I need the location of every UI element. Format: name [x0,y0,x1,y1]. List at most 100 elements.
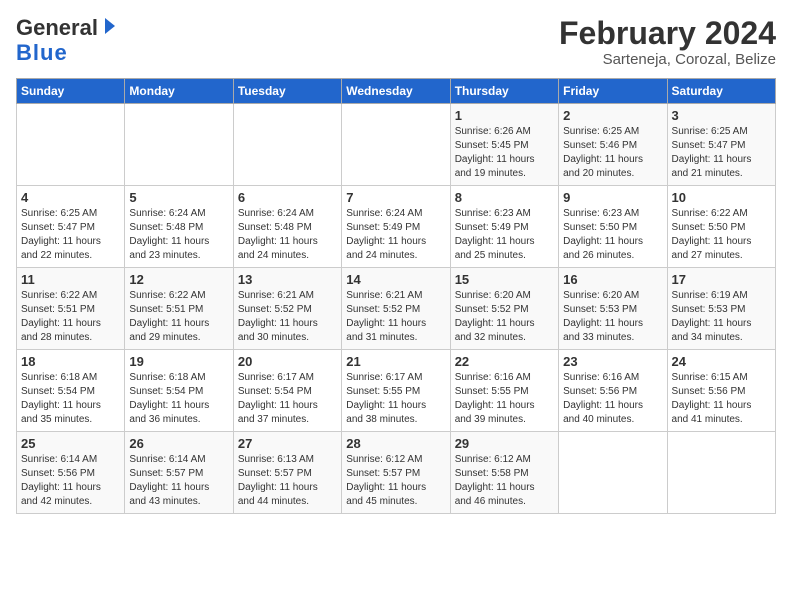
calendar-cell: 9 Sunrise: 6:23 AM Sunset: 5:50 PM Daylig… [559,186,667,268]
day-info: Sunrise: 6:18 AM Sunset: 5:54 PM Dayligh… [21,371,120,427]
day-number: 24 [672,354,771,369]
day-number: 13 [238,272,337,287]
day-info: Sunrise: 6:16 AM Sunset: 5:56 PM Dayligh… [563,371,662,427]
calendar-title: February 2024 [559,16,776,51]
logo: General Blue [16,16,119,65]
calendar-cell [559,432,667,514]
calendar-cell: 3 Sunrise: 6:25 AM Sunset: 5:47 PM Daylig… [667,104,775,186]
day-number: 9 [563,190,662,205]
calendar-cell: 7 Sunrise: 6:24 AM Sunset: 5:49 PM Daylig… [342,186,450,268]
calendar-week-row: 18 Sunrise: 6:18 AM Sunset: 5:54 PM Dayli… [17,350,776,432]
calendar-week-row: 25 Sunrise: 6:14 AM Sunset: 5:56 PM Dayli… [17,432,776,514]
col-sunday: Sunday [17,79,125,104]
calendar-cell: 4 Sunrise: 6:25 AM Sunset: 5:47 PM Daylig… [17,186,125,268]
calendar-cell: 25 Sunrise: 6:14 AM Sunset: 5:56 PM Dayli… [17,432,125,514]
day-info: Sunrise: 6:14 AM Sunset: 5:57 PM Dayligh… [129,453,228,509]
calendar-cell [17,104,125,186]
calendar-header-row: Sunday Monday Tuesday Wednesday Thursday… [17,79,776,104]
day-number: 12 [129,272,228,287]
day-info: Sunrise: 6:23 AM Sunset: 5:49 PM Dayligh… [455,207,554,263]
day-number: 18 [21,354,120,369]
day-info: Sunrise: 6:24 AM Sunset: 5:49 PM Dayligh… [346,207,445,263]
day-info: Sunrise: 6:18 AM Sunset: 5:54 PM Dayligh… [129,371,228,427]
day-number: 26 [129,436,228,451]
day-info: Sunrise: 6:21 AM Sunset: 5:52 PM Dayligh… [238,289,337,345]
day-info: Sunrise: 6:15 AM Sunset: 5:56 PM Dayligh… [672,371,771,427]
day-number: 22 [455,354,554,369]
page-header: General Blue February 2024 Sarteneja, Co… [16,16,776,68]
calendar-cell: 13 Sunrise: 6:21 AM Sunset: 5:52 PM Dayli… [233,268,341,350]
day-number: 27 [238,436,337,451]
logo-text-blue: Blue [16,41,68,65]
day-number: 17 [672,272,771,287]
calendar-week-row: 1 Sunrise: 6:26 AM Sunset: 5:45 PM Daylig… [17,104,776,186]
calendar-cell: 10Sunrise: 6:22 AM Sunset: 5:50 PM Dayli… [667,186,775,268]
day-info: Sunrise: 6:23 AM Sunset: 5:50 PM Dayligh… [563,207,662,263]
calendar-cell: 16 Sunrise: 6:20 AM Sunset: 5:53 PM Dayli… [559,268,667,350]
logo-arrow-icon [101,18,119,41]
calendar-cell: 8Sunrise: 6:23 AM Sunset: 5:49 PM Daylig… [450,186,558,268]
day-number: 11 [21,272,120,287]
day-info: Sunrise: 6:20 AM Sunset: 5:53 PM Dayligh… [563,289,662,345]
calendar-cell: 22 Sunrise: 6:16 AM Sunset: 5:55 PM Dayli… [450,350,558,432]
day-info: Sunrise: 6:12 AM Sunset: 5:57 PM Dayligh… [346,453,445,509]
day-number: 3 [672,108,771,123]
day-info: Sunrise: 6:17 AM Sunset: 5:55 PM Dayligh… [346,371,445,427]
calendar-cell [233,104,341,186]
day-info: Sunrise: 6:19 AM Sunset: 5:53 PM Dayligh… [672,289,771,345]
day-number: 15 [455,272,554,287]
day-info: Sunrise: 6:24 AM Sunset: 5:48 PM Dayligh… [238,207,337,263]
col-monday: Monday [125,79,233,104]
day-info: Sunrise: 6:20 AM Sunset: 5:52 PM Dayligh… [455,289,554,345]
calendar-cell: 24 Sunrise: 6:15 AM Sunset: 5:56 PM Dayli… [667,350,775,432]
day-info: Sunrise: 6:22 AM Sunset: 5:51 PM Dayligh… [129,289,228,345]
calendar-cell: 21 Sunrise: 6:17 AM Sunset: 5:55 PM Dayli… [342,350,450,432]
calendar-week-row: 4 Sunrise: 6:25 AM Sunset: 5:47 PM Daylig… [17,186,776,268]
calendar-cell [342,104,450,186]
calendar-cell: 27 Sunrise: 6:13 AM Sunset: 5:57 PM Dayli… [233,432,341,514]
day-number: 19 [129,354,228,369]
calendar-cell: 1 Sunrise: 6:26 AM Sunset: 5:45 PM Daylig… [450,104,558,186]
col-tuesday: Tuesday [233,79,341,104]
calendar-cell: 29Sunrise: 6:12 AM Sunset: 5:58 PM Dayli… [450,432,558,514]
calendar-cell: 19 Sunrise: 6:18 AM Sunset: 5:54 PM Dayli… [125,350,233,432]
calendar-cell: 5 Sunrise: 6:24 AM Sunset: 5:48 PM Daylig… [125,186,233,268]
col-saturday: Saturday [667,79,775,104]
calendar-cell: 11Sunrise: 6:22 AM Sunset: 5:51 PM Dayli… [17,268,125,350]
day-number: 4 [21,190,120,205]
day-info: Sunrise: 6:16 AM Sunset: 5:55 PM Dayligh… [455,371,554,427]
calendar-cell: 20Sunrise: 6:17 AM Sunset: 5:54 PM Dayli… [233,350,341,432]
day-info: Sunrise: 6:25 AM Sunset: 5:47 PM Dayligh… [21,207,120,263]
calendar-table: Sunday Monday Tuesday Wednesday Thursday… [16,78,776,514]
calendar-cell [667,432,775,514]
calendar-cell: 26 Sunrise: 6:14 AM Sunset: 5:57 PM Dayli… [125,432,233,514]
day-number: 1 [455,108,554,123]
calendar-cell: 2Sunrise: 6:25 AM Sunset: 5:46 PM Daylig… [559,104,667,186]
day-info: Sunrise: 6:25 AM Sunset: 5:47 PM Dayligh… [672,125,771,181]
day-info: Sunrise: 6:13 AM Sunset: 5:57 PM Dayligh… [238,453,337,509]
day-number: 6 [238,190,337,205]
day-number: 21 [346,354,445,369]
col-thursday: Thursday [450,79,558,104]
calendar-cell: 12 Sunrise: 6:22 AM Sunset: 5:51 PM Dayli… [125,268,233,350]
day-info: Sunrise: 6:22 AM Sunset: 5:50 PM Dayligh… [672,207,771,263]
day-number: 23 [563,354,662,369]
calendar-cell: 18 Sunrise: 6:18 AM Sunset: 5:54 PM Dayli… [17,350,125,432]
day-info: Sunrise: 6:24 AM Sunset: 5:48 PM Dayligh… [129,207,228,263]
calendar-title-block: February 2024 Sarteneja, Corozal, Belize [559,16,776,68]
calendar-cell: 6 Sunrise: 6:24 AM Sunset: 5:48 PM Daylig… [233,186,341,268]
day-info: Sunrise: 6:14 AM Sunset: 5:56 PM Dayligh… [21,453,120,509]
calendar-cell: 17 Sunrise: 6:19 AM Sunset: 5:53 PM Dayli… [667,268,775,350]
calendar-cell: 28Sunrise: 6:12 AM Sunset: 5:57 PM Dayli… [342,432,450,514]
day-number: 16 [563,272,662,287]
day-info: Sunrise: 6:26 AM Sunset: 5:45 PM Dayligh… [455,125,554,181]
calendar-cell: 14Sunrise: 6:21 AM Sunset: 5:52 PM Dayli… [342,268,450,350]
calendar-cell: 23 Sunrise: 6:16 AM Sunset: 5:56 PM Dayli… [559,350,667,432]
day-number: 25 [21,436,120,451]
day-number: 7 [346,190,445,205]
day-number: 5 [129,190,228,205]
col-friday: Friday [559,79,667,104]
day-info: Sunrise: 6:21 AM Sunset: 5:52 PM Dayligh… [346,289,445,345]
day-number: 29 [455,436,554,451]
logo-text-general: General [16,16,98,40]
